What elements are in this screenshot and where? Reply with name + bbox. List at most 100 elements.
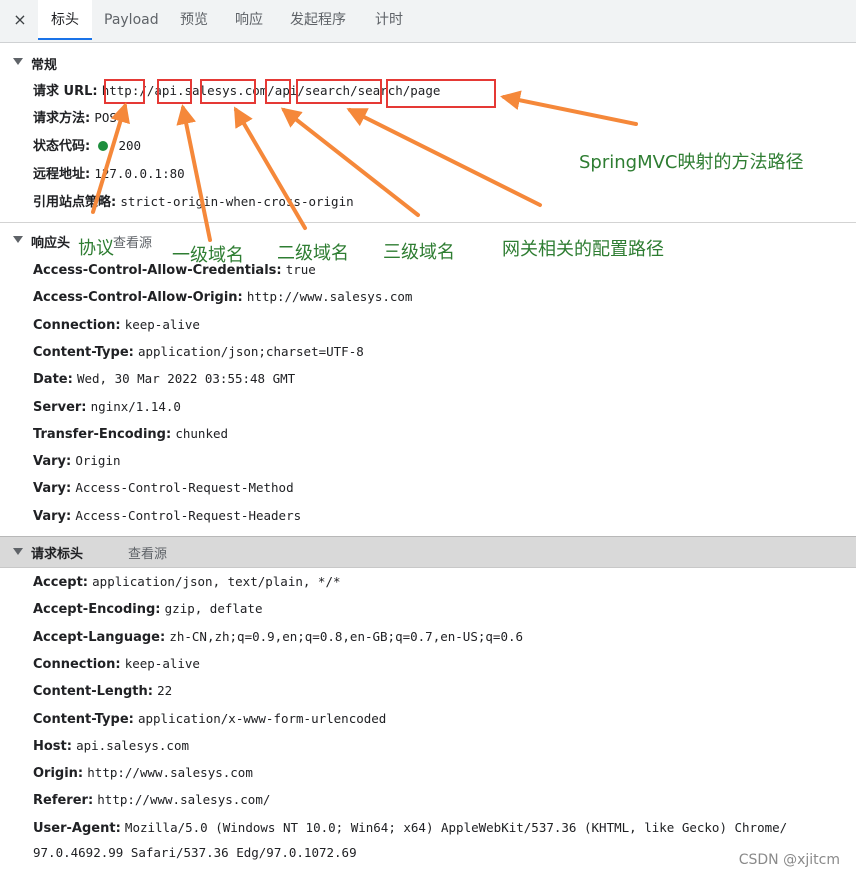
request-url-key: 请求 URL: bbox=[33, 84, 98, 99]
response-header-value: Origin bbox=[75, 453, 121, 469]
collapse-triangle-icon[interactable] bbox=[13, 548, 23, 555]
tab-response[interactable]: 响应 bbox=[235, 0, 263, 40]
response-header-value: nginx/1.14.0 bbox=[90, 398, 181, 414]
general-row-method: 请求方法: POST bbox=[33, 108, 124, 128]
annotation-gateway-path: 网关相关的配置路径 bbox=[502, 239, 664, 260]
request-header-key: Host: bbox=[33, 738, 72, 754]
gateway-path-highlight-box bbox=[296, 79, 382, 104]
springmvc-path-highlight-box bbox=[386, 79, 496, 108]
annotation-springmvc-path: SpringMVC映射的方法路径 bbox=[579, 152, 804, 173]
tab-timing[interactable]: 计时 bbox=[375, 0, 403, 40]
response-header-value: application/json;charset=UTF-8 bbox=[137, 343, 364, 359]
request-method-key: 请求方法: bbox=[33, 111, 91, 126]
request-header-row: Content-Type: application/x-www-form-url… bbox=[33, 709, 386, 729]
response-header-value: http://www.salesys.com bbox=[246, 289, 413, 305]
request-header-key: Content-Length: bbox=[33, 684, 153, 700]
request-header-row: Accept-Language: zh-CN,zh;q=0.9,en;q=0.8… bbox=[33, 627, 523, 647]
request-header-key: Connection: bbox=[33, 656, 121, 672]
response-view-source-link[interactable]: 查看源 bbox=[113, 232, 152, 251]
response-header-value: Access-Control-Request-Method bbox=[75, 480, 294, 496]
response-header-value: Wed, 30 Mar 2022 03:55:48 GMT bbox=[76, 371, 296, 387]
third-level-domain-highlight-box bbox=[265, 79, 291, 104]
response-header-key: Content-Type: bbox=[33, 344, 134, 360]
response-header-row: Connection: keep-alive bbox=[33, 315, 200, 335]
request-header-value: application/json, text/plain, */* bbox=[92, 574, 341, 589]
referrer-policy-value: strict-origin-when-cross-origin bbox=[120, 194, 354, 209]
response-header-row: Server: nginx/1.14.0 bbox=[33, 397, 181, 417]
tab-headers[interactable]: 标头 bbox=[38, 0, 92, 40]
annotation-second-level-domain: 二级域名 bbox=[277, 243, 349, 264]
request-header-key: User-Agent: bbox=[33, 820, 121, 836]
response-header-row: Vary: Access-Control-Request-Headers bbox=[33, 506, 301, 526]
tab-preview[interactable]: 预览 bbox=[180, 0, 208, 40]
tab-initiator[interactable]: 发起程序 bbox=[290, 0, 346, 40]
tab-bar: × 标头 Payload 预览 响应 发起程序 计时 bbox=[0, 0, 856, 43]
request-header-key: Content-Type: bbox=[33, 711, 134, 727]
response-header-key: Access-Control-Allow-Origin: bbox=[33, 290, 243, 306]
response-header-row: Access-Control-Allow-Origin: http://www.… bbox=[33, 287, 412, 307]
response-header-key: Transfer-Encoding: bbox=[33, 426, 172, 442]
status-ok-icon bbox=[98, 141, 109, 151]
request-header-key: Accept: bbox=[33, 575, 89, 590]
response-header-key: Vary: bbox=[33, 508, 72, 524]
close-icon[interactable]: × bbox=[12, 12, 28, 28]
request-header-value: http://www.salesys.com/ bbox=[97, 792, 271, 808]
response-header-key: Access-Control-Allow-Credentials: bbox=[33, 263, 282, 278]
general-section-header[interactable]: 常规 bbox=[0, 48, 856, 76]
arrow-gateway-path bbox=[346, 108, 542, 207]
request-header-row: Accept: application/json, text/plain, */… bbox=[33, 572, 341, 592]
request-header-key: Origin: bbox=[33, 766, 84, 782]
first-level-domain-highlight-box bbox=[157, 79, 192, 104]
response-header-value: keep-alive bbox=[124, 316, 200, 332]
referrer-policy-key: 引用站点策略: bbox=[33, 195, 117, 210]
annotation-third-level-domain: 三级域名 bbox=[383, 242, 455, 263]
response-header-key: Vary: bbox=[33, 481, 72, 497]
request-header-row: Referer: http://www.salesys.com/ bbox=[33, 790, 270, 810]
response-header-row: Date: Wed, 30 Mar 2022 03:55:48 GMT bbox=[33, 369, 295, 389]
request-headers-section-header[interactable]: 请求标头 查看源 bbox=[0, 536, 856, 568]
request-header-row: Accept-Encoding: gzip, deflate bbox=[33, 599, 262, 619]
tab-payload[interactable]: Payload bbox=[104, 0, 159, 40]
general-row-status: 状态代码: 200 bbox=[33, 136, 141, 156]
response-header-key: Vary: bbox=[33, 454, 72, 470]
second-level-domain-highlight-box bbox=[200, 79, 256, 104]
remote-address-key: 远程地址: bbox=[33, 167, 91, 182]
response-header-value: chunked bbox=[175, 425, 229, 441]
response-header-row: Content-Type: application/json;charset=U… bbox=[33, 342, 364, 362]
annotation-protocol: 协议 bbox=[78, 238, 114, 259]
request-header-row: Content-Length: 22 bbox=[33, 681, 172, 701]
request-header-row: User-Agent: Mozilla/5.0 (Windows NT 10.0… bbox=[33, 818, 787, 838]
request-header-row: Origin: http://www.salesys.com bbox=[33, 763, 253, 783]
request-header-key: Accept-Language: bbox=[33, 629, 166, 645]
request-header-value: Mozilla/5.0 (Windows NT 10.0; Win64; x64… bbox=[124, 819, 788, 835]
request-header-row: Host: api.salesys.com bbox=[33, 736, 189, 756]
response-header-row: Transfer-Encoding: chunked bbox=[33, 424, 228, 444]
request-header-value: http://www.salesys.com bbox=[87, 765, 253, 781]
collapse-triangle-icon[interactable] bbox=[13, 58, 23, 65]
request-header-key: Accept-Encoding: bbox=[33, 602, 161, 618]
user-agent-continuation: 97.0.4692.99 Safari/537.36 Edg/97.0.1072… bbox=[33, 843, 357, 863]
request-view-source-link[interactable]: 查看源 bbox=[128, 543, 167, 562]
arrow-springmvc-path bbox=[500, 90, 638, 126]
response-header-row: Vary: Origin bbox=[33, 451, 121, 471]
arrow-first-level bbox=[176, 104, 212, 242]
collapse-triangle-icon[interactable] bbox=[13, 236, 23, 243]
annotation-first-level-domain: 一级域名 bbox=[172, 245, 244, 266]
request-header-key: Referer: bbox=[33, 793, 94, 809]
general-row-remote-address: 远程地址: 127.0.0.1:80 bbox=[33, 164, 185, 184]
request-header-value: gzip, deflate bbox=[164, 601, 263, 617]
status-code-value: 200 bbox=[118, 138, 142, 153]
status-code-key: 状态代码: bbox=[33, 139, 91, 154]
request-header-row: Connection: keep-alive bbox=[33, 654, 200, 674]
protocol-highlight-box bbox=[104, 79, 145, 104]
remote-address-value: 127.0.0.1:80 bbox=[94, 166, 185, 181]
general-row-referrer-policy: 引用站点策略: strict-origin-when-cross-origin bbox=[33, 192, 354, 212]
request-header-value: zh-CN,zh;q=0.9,en;q=0.8,en-GB;q=0.7,en-U… bbox=[169, 628, 524, 644]
response-header-value: Access-Control-Request-Headers bbox=[75, 507, 302, 523]
request-header-value: api.salesys.com bbox=[76, 737, 189, 753]
request-header-value: keep-alive bbox=[124, 655, 200, 671]
general-section-title: 常规 bbox=[31, 58, 58, 73]
user-agent-value-cont: 97.0.4692.99 Safari/537.36 Edg/97.0.1072… bbox=[33, 845, 357, 860]
request-header-value: application/x-www-form-urlencoded bbox=[137, 710, 387, 726]
response-header-key: Server: bbox=[33, 399, 87, 415]
